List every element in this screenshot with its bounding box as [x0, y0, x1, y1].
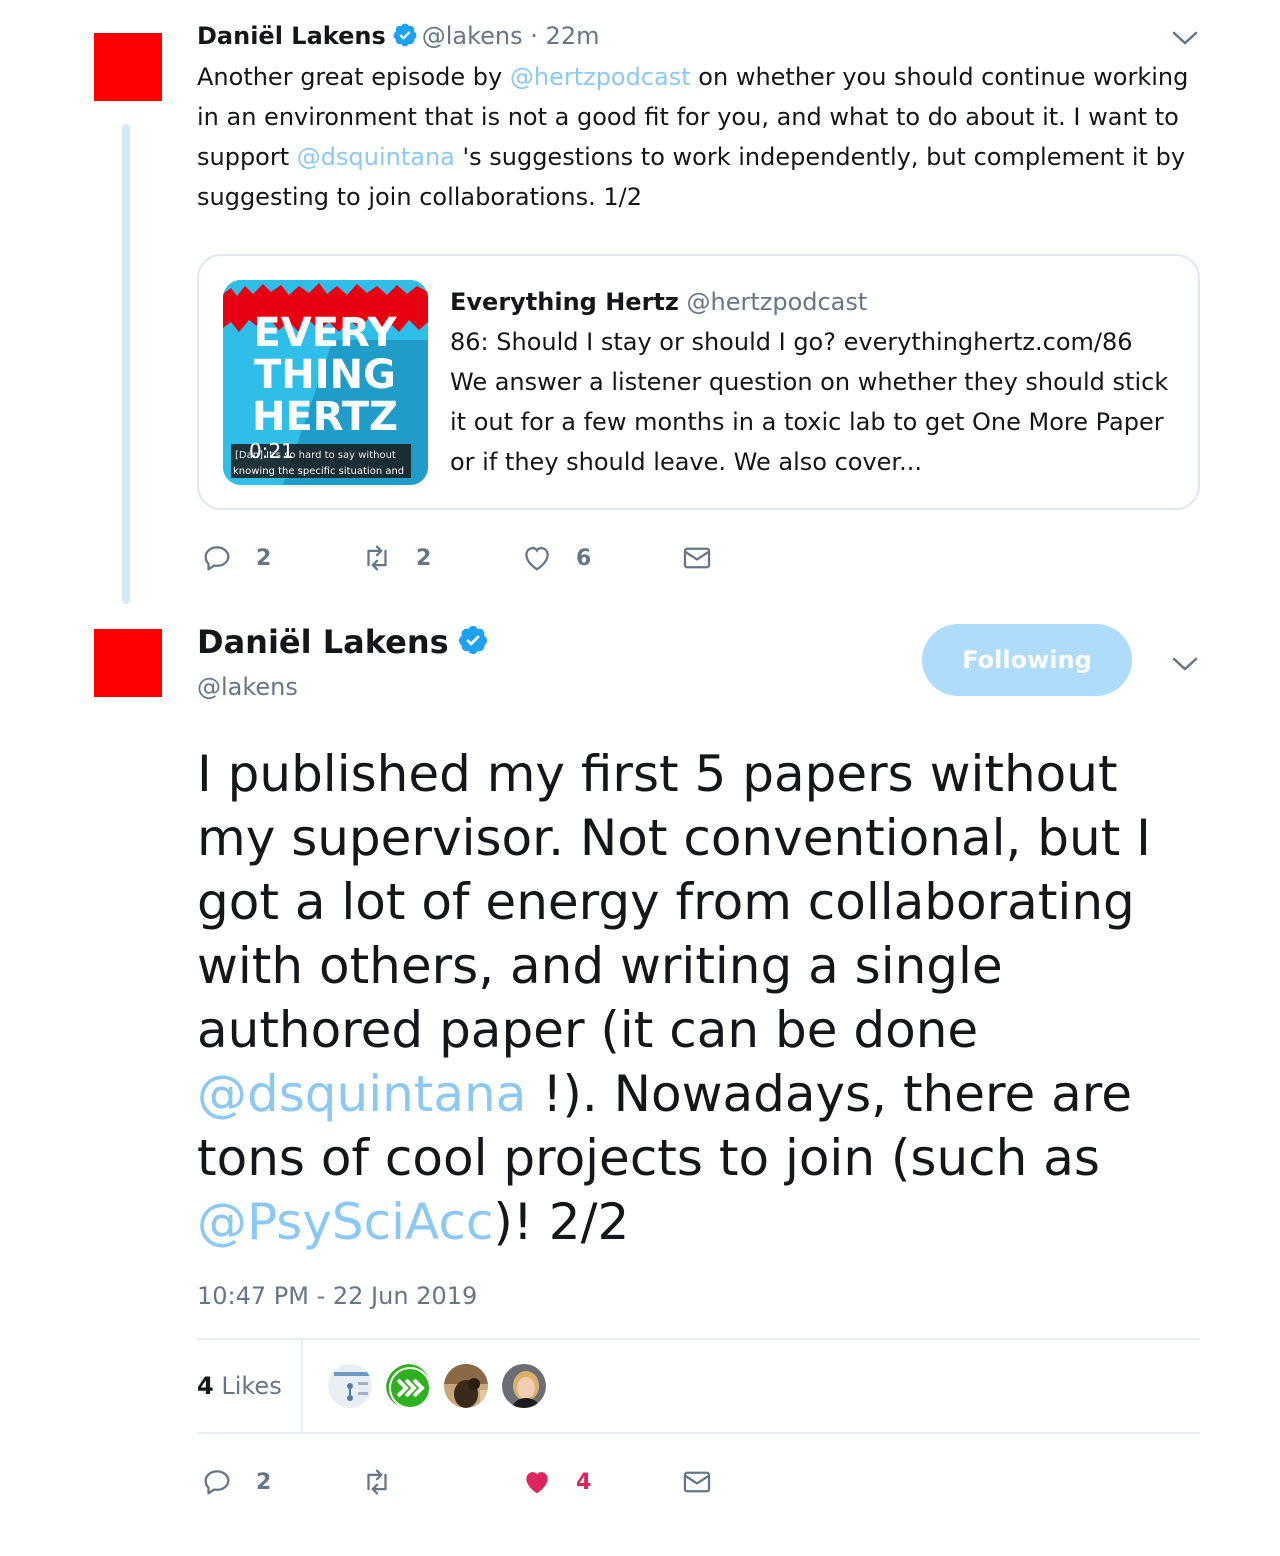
liker-avatar[interactable] — [326, 1362, 374, 1410]
chevron-down-icon[interactable] — [1170, 28, 1200, 48]
verified-badge-icon — [458, 626, 487, 654]
tweet1-text: Another great episode by @hertzpodcast o… — [197, 57, 1207, 217]
like-count: 4 — [576, 1469, 592, 1495]
direct-message-button[interactable] — [680, 538, 714, 578]
likes-number: 4 — [197, 1372, 214, 1400]
liker-avatar-image — [502, 1364, 546, 1408]
likes-label: Likes — [221, 1372, 282, 1400]
tweet-timestamp[interactable]: 10:47 PM - 22 Jun 2019 — [197, 1278, 477, 1314]
text-fragment: I published my first 5 papers without my… — [197, 745, 1151, 1059]
following-button[interactable]: Following — [922, 624, 1132, 696]
liker-avatar-image — [386, 1364, 430, 1408]
tweet2-text: I published my first 5 papers without my… — [197, 742, 1207, 1254]
likes-summary[interactable]: 4 Likes — [197, 1366, 282, 1406]
avatar[interactable] — [94, 629, 162, 697]
reply-count: 2 — [256, 545, 272, 571]
heart-icon — [525, 546, 549, 571]
like-count: 6 — [576, 545, 592, 571]
reply-count: 2 — [256, 1469, 272, 1495]
text-fragment: Another great episode by — [197, 63, 510, 91]
card-title: Everything Hertz — [450, 288, 679, 316]
thumbnail-art: EVERY THING HERTZ 0:21 [Dan] It's so har… — [223, 280, 428, 485]
card-handle: @hertzpodcast — [686, 288, 868, 316]
tweet1-actions: 2 2 6 — [200, 538, 760, 578]
liker-avatar-image — [444, 1364, 488, 1408]
retweet-icon — [367, 545, 387, 571]
author-handle[interactable]: @lakens — [197, 670, 298, 704]
thread-line — [122, 124, 130, 604]
direct-message-button[interactable] — [680, 1462, 714, 1502]
author-handle[interactable]: @lakens — [422, 22, 523, 50]
retweet-button[interactable]: 2 — [360, 538, 431, 578]
heart-filled-icon — [526, 1472, 548, 1494]
mention-link[interactable]: @dsquintana — [197, 1065, 526, 1123]
liker-avatar[interactable] — [384, 1362, 432, 1410]
tweet1-header: Daniël Lakens @lakens · 22m — [197, 20, 599, 52]
liker-avatar-image — [328, 1364, 372, 1408]
author-name[interactable]: Daniël Lakens — [197, 623, 449, 661]
avatar[interactable] — [94, 33, 162, 101]
card-description: 86: Should I stay or should I go? everyt… — [450, 328, 1169, 476]
divider — [197, 1338, 1200, 1340]
liker-avatar[interactable] — [442, 1362, 490, 1410]
chevron-down-icon[interactable] — [1170, 654, 1200, 674]
thumb-word: THING — [254, 352, 396, 398]
link-preview-card[interactable]: EVERY THING HERTZ 0:21 [Dan] It's so har… — [197, 254, 1200, 510]
reply-button[interactable]: 2 — [200, 538, 271, 578]
mention-link[interactable]: @hertzpodcast — [510, 63, 691, 91]
reply-icon — [204, 1470, 230, 1495]
verified-badge-icon — [393, 23, 417, 47]
like-button[interactable]: 6 — [520, 538, 591, 578]
liker-avatar[interactable] — [500, 1362, 548, 1410]
card-body: Everything Hertz @hertzpodcast 86: Shoul… — [450, 282, 1170, 482]
reply-icon — [204, 546, 230, 571]
mail-icon — [683, 547, 711, 569]
video-caption: [Dan] It's so hard to say without — [235, 450, 396, 461]
author-name[interactable]: Daniël Lakens — [197, 22, 386, 50]
divider — [197, 1432, 1200, 1434]
mention-link[interactable]: @PsySciAcc — [197, 1193, 493, 1251]
tweet-time[interactable]: · 22m — [530, 22, 599, 50]
retweet-count: 2 — [416, 545, 432, 571]
mention-link[interactable]: @dsquintana — [297, 143, 455, 171]
divider — [301, 1340, 303, 1432]
thumb-word: EVERY — [253, 310, 397, 356]
video-caption: knowing the specific situation and — [233, 466, 404, 477]
podcast-thumbnail[interactable]: EVERY THING HERTZ 0:21 [Dan] It's so har… — [223, 280, 428, 485]
mail-icon — [683, 1471, 711, 1493]
tweet2-actions: 2 4 — [200, 1462, 760, 1502]
text-fragment: )! 2/2 — [493, 1193, 630, 1251]
like-button[interactable]: 4 — [520, 1462, 591, 1502]
retweet-icon — [367, 1469, 387, 1495]
reply-button[interactable]: 2 — [200, 1462, 271, 1502]
thumb-word: HERTZ — [252, 394, 398, 440]
author-name-row: Daniël Lakens — [197, 620, 493, 664]
retweet-button[interactable] — [360, 1462, 416, 1502]
